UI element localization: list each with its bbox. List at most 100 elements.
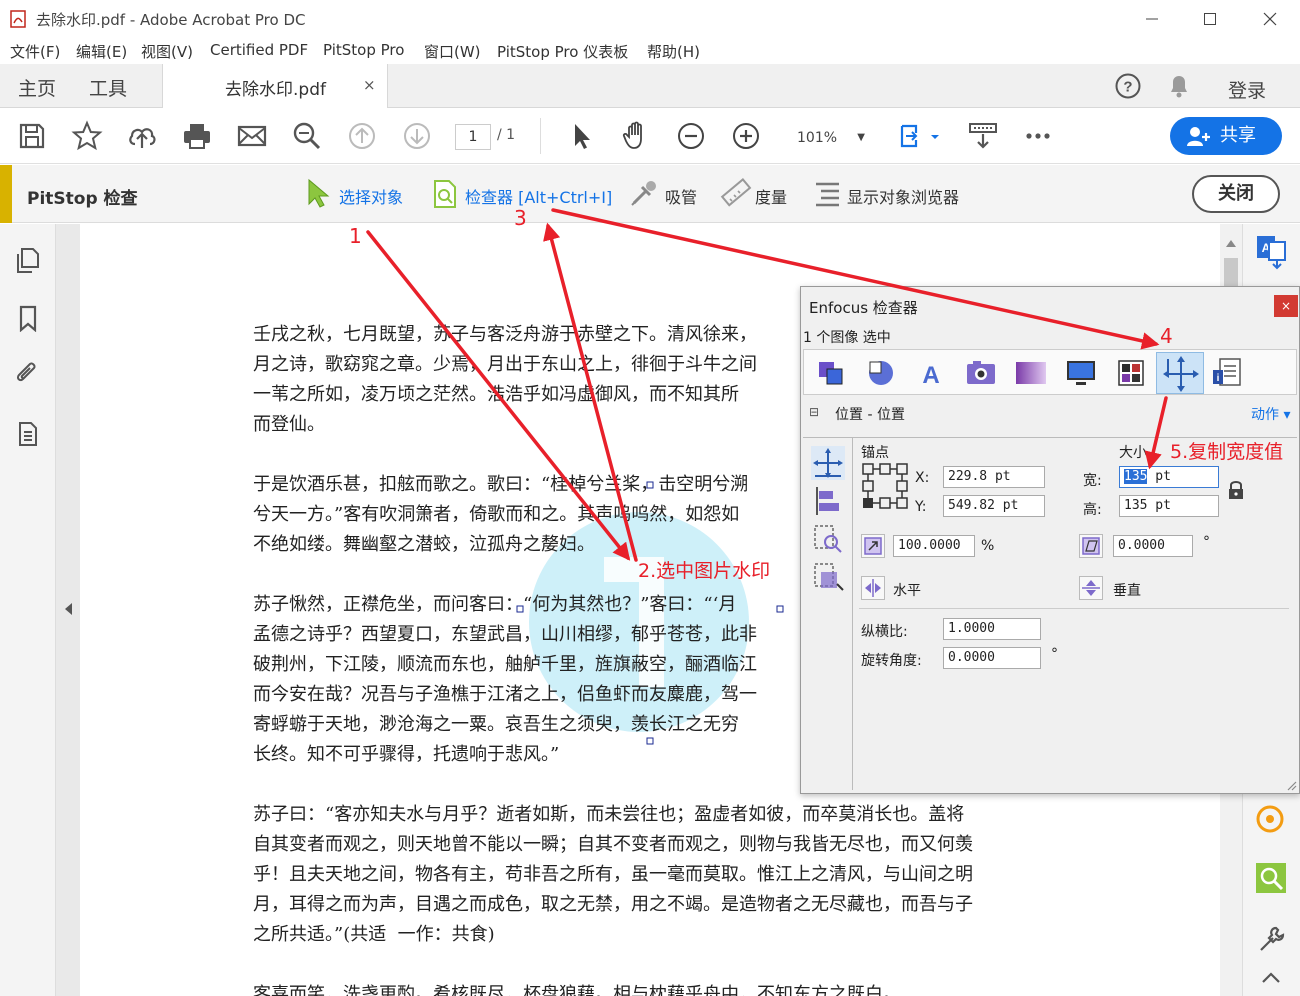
hand-tool-icon[interactable] xyxy=(620,120,652,152)
menu-pitstop-dashboard[interactable]: PitStop Pro 仪表板 xyxy=(497,41,628,62)
main-toolbar: 1 / 1 101% ▼ 共享 xyxy=(0,108,1300,164)
printer-icon[interactable] xyxy=(181,120,213,152)
minimize-icon xyxy=(1146,18,1158,20)
scroll-up-icon[interactable] xyxy=(1225,238,1237,248)
position-subtabs xyxy=(803,438,853,790)
mail-icon[interactable] xyxy=(236,120,268,152)
image-icon[interactable] xyxy=(964,356,998,390)
section-collapse-icon[interactable]: ⊟ xyxy=(809,405,819,419)
next-page-icon[interactable] xyxy=(401,120,433,152)
text-icon[interactable]: A xyxy=(914,356,948,390)
minimize-button[interactable] xyxy=(1137,6,1167,32)
star-icon[interactable] xyxy=(71,120,103,152)
chevron-up-icon[interactable] xyxy=(1261,970,1281,984)
zoom-value: 101% xyxy=(797,130,838,146)
pitstop-toolbar: PitStop 检查 选择对象 检查器 [Alt+Ctrl+I] 吸管 度量 显… xyxy=(0,165,1300,223)
tab-tools[interactable]: 工具 xyxy=(89,74,127,101)
inspector-icon[interactable] xyxy=(432,179,458,209)
maximize-button[interactable] xyxy=(1195,6,1225,32)
width-selected-value: 135 xyxy=(1124,469,1148,484)
window-title: 去除水印.pdf - Adobe Acrobat Pro DC xyxy=(36,11,306,29)
menu-help[interactable]: 帮助(H) xyxy=(647,41,700,62)
flip-horizontal-button[interactable] xyxy=(861,576,885,600)
tab-home[interactable]: 主页 xyxy=(18,74,56,101)
window-close-button[interactable] xyxy=(1255,6,1285,32)
transparency-icon[interactable] xyxy=(1014,356,1048,390)
document-properties-icon[interactable] xyxy=(14,420,42,448)
inspector-close-button[interactable]: × xyxy=(1274,295,1298,317)
flip-vertical-button[interactable] xyxy=(1079,576,1103,600)
help-icon[interactable]: ? xyxy=(1114,72,1142,100)
document-info-icon[interactable]: i xyxy=(1210,356,1244,390)
position-subtab-icon[interactable] xyxy=(811,446,845,480)
more-tools-icon[interactable] xyxy=(1022,120,1054,152)
menu-view[interactable]: 视图(V) xyxy=(141,41,193,62)
pitstop-inspect-icon[interactable] xyxy=(1255,862,1287,894)
skew-field[interactable]: 0.0000 xyxy=(1113,535,1193,557)
zoom-level-select[interactable]: 101% ▼ xyxy=(789,124,873,152)
zoom-out-icon[interactable] xyxy=(675,120,707,152)
aspect-ratio-label: 纵横比: xyxy=(861,624,908,640)
bookmark-icon[interactable] xyxy=(14,304,42,332)
menu-file[interactable]: 文件(F) xyxy=(10,41,60,62)
menu-window[interactable]: 窗口(W) xyxy=(424,41,481,62)
expand-left-panel-icon[interactable] xyxy=(62,602,74,616)
export-pdf-icon[interactable]: A xyxy=(1255,234,1289,270)
prepress-icon[interactable] xyxy=(1064,356,1098,390)
resize-grip-icon[interactable] xyxy=(1285,779,1297,791)
share-button[interactable]: 共享 xyxy=(1170,117,1282,155)
tab-document[interactable]: 去除水印.pdf × xyxy=(162,64,388,109)
redact-tool-icon[interactable] xyxy=(967,120,999,152)
menu-edit[interactable]: 编辑(E) xyxy=(76,41,127,62)
paragraph-1: 壬戌之秋，七月既望，苏子与客泛舟游于赤壁之下。清风徐来， 月之诗，歌窈窕之章。少焉… xyxy=(253,320,757,440)
page-number-input[interactable]: 1 xyxy=(455,124,491,150)
width-field[interactable]: 135 pt xyxy=(1119,466,1219,488)
position-tab[interactable] xyxy=(1156,352,1204,394)
position-section-header[interactable]: ⊟ 位置 - 位置 动作 ▾ xyxy=(803,401,1297,427)
x-position-field[interactable]: 229.8 pt xyxy=(943,466,1045,488)
inspector-tool[interactable]: 检查器 [Alt+Ctrl+I] xyxy=(465,184,612,208)
shape-icon[interactable] xyxy=(864,356,898,390)
zoom-subtab-icon[interactable] xyxy=(811,522,845,556)
transform-subtab-icon[interactable] xyxy=(811,560,845,594)
height-field[interactable]: 135 pt xyxy=(1119,495,1219,517)
action-menu[interactable]: 动作 ▾ xyxy=(1251,404,1290,424)
pitstop-close-button[interactable]: 关闭 xyxy=(1192,175,1280,213)
scale-button[interactable] xyxy=(861,534,885,558)
object-browser-icon[interactable] xyxy=(812,179,842,207)
cloud-upload-icon[interactable] xyxy=(126,120,158,152)
rotation-field[interactable]: 0.0000 xyxy=(943,647,1041,669)
zoom-in-icon[interactable] xyxy=(730,120,762,152)
align-subtab-icon[interactable] xyxy=(811,484,845,518)
preflight-icon[interactable] xyxy=(1255,804,1285,834)
aspect-ratio-field[interactable]: 1.0000 xyxy=(943,618,1041,640)
object-browser-tool[interactable]: 显示对象浏览器 xyxy=(847,184,959,208)
wrench-tools-icon[interactable] xyxy=(1257,924,1287,954)
layers-icon[interactable] xyxy=(1114,356,1148,390)
previous-page-icon[interactable] xyxy=(346,120,378,152)
eyedropper-icon[interactable] xyxy=(628,177,660,209)
login-link[interactable]: 登录 xyxy=(1228,76,1266,103)
lock-icon[interactable] xyxy=(1227,479,1245,501)
menu-pitstop-pro[interactable]: PitStop Pro xyxy=(323,41,404,59)
ruler-icon[interactable] xyxy=(720,177,752,209)
fill-stroke-icon[interactable] xyxy=(814,356,848,390)
eyedropper-tool[interactable]: 吸管 xyxy=(665,184,697,208)
fit-page-icon[interactable] xyxy=(898,120,942,152)
text-line: 月之诗，歌窈窕之章。少焉，月出于东山之上，徘徊于斗牛之间 xyxy=(253,354,757,375)
zoom-search-icon[interactable] xyxy=(291,120,323,152)
skew-button[interactable] xyxy=(1079,534,1103,558)
save-icon[interactable] xyxy=(16,120,48,152)
scale-field[interactable]: 100.0000 xyxy=(893,535,975,557)
anchor-point-grid[interactable] xyxy=(861,462,909,510)
measure-tool[interactable]: 度量 xyxy=(755,184,787,208)
menu-certified-pdf[interactable]: Certified PDF xyxy=(210,41,308,59)
select-object-icon[interactable] xyxy=(306,177,334,209)
attachment-icon[interactable] xyxy=(14,360,42,388)
select-pointer-icon[interactable] xyxy=(566,120,598,152)
y-position-field[interactable]: 549.82 pt xyxy=(943,495,1045,517)
document-tab-close-button[interactable]: × xyxy=(363,76,376,94)
pages-thumbnail-icon[interactable] xyxy=(14,246,42,274)
select-object-tool[interactable]: 选择对象 xyxy=(339,184,403,208)
bell-icon[interactable] xyxy=(1166,72,1192,100)
